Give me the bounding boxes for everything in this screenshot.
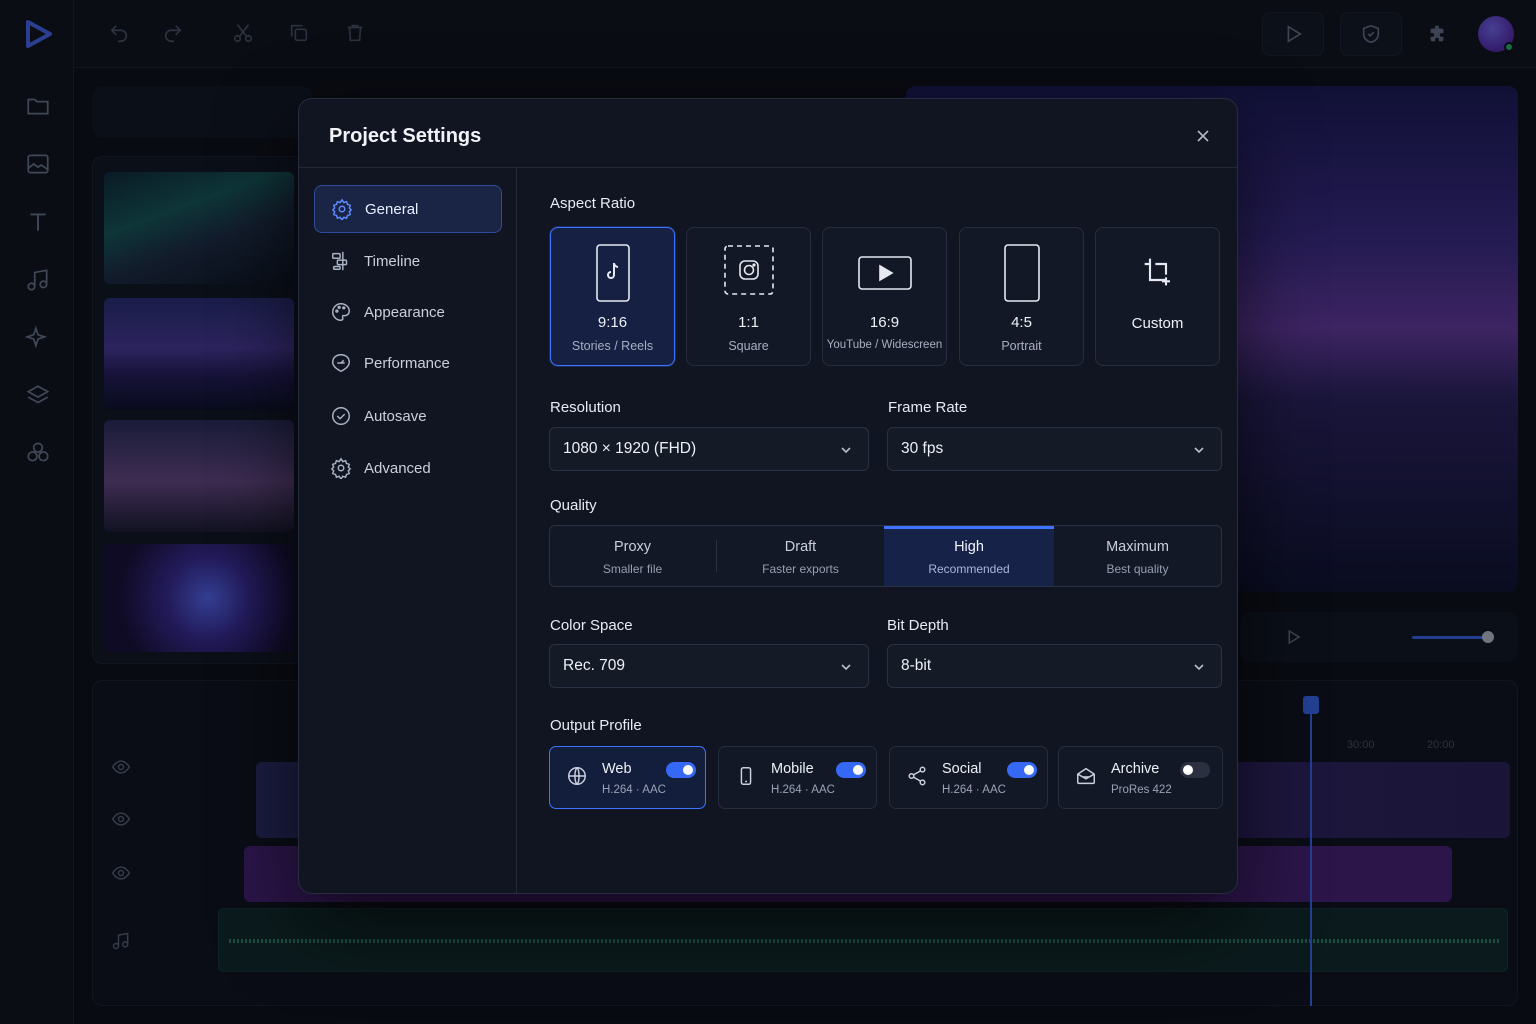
output-profile-web[interactable]: Web H.264 · AAC (549, 746, 706, 809)
share-icon (908, 766, 926, 786)
output-profile-codec: H.264 · AAC (771, 784, 835, 796)
gear-icon (331, 198, 353, 220)
sidebar-item-label: Appearance (364, 303, 445, 321)
aspect-ratio-description: Stories / Reels (571, 339, 654, 353)
close-icon[interactable] (1192, 125, 1214, 147)
aspect-ratio-value: 1:1 (738, 314, 759, 331)
portrait-icon (960, 244, 1083, 302)
timeline-icon (332, 251, 348, 271)
sidebar-item-performance[interactable]: Performance (314, 339, 502, 387)
aspect-ratio-4-5-card[interactable]: 4:5 Portrait (959, 227, 1084, 366)
frame-rate-select[interactable]: 30 fps (887, 427, 1222, 471)
tiktok-icon (551, 244, 674, 302)
archive-icon (1077, 767, 1095, 785)
sidebar-item-label: General (365, 200, 419, 218)
dialog-title: Project Settings (329, 125, 482, 147)
youtube-icon (823, 256, 946, 290)
quality-option-title: Maximum (1106, 539, 1169, 555)
sidebar-item-label: Advanced (364, 459, 431, 477)
aspect-ratio-value: Custom (1131, 315, 1184, 332)
quality-option-maximum[interactable]: Maximum Best quality (1054, 526, 1221, 586)
archive-profile-toggle[interactable] (1180, 762, 1210, 778)
chevron-down-icon (1194, 447, 1204, 454)
chevron-down-icon (841, 664, 851, 671)
project-settings-dialog: Project Settings General Timeline Appear… (298, 98, 1238, 894)
sidebar-item-general[interactable]: General (314, 185, 502, 233)
frame-rate-value: 30 fps (901, 440, 944, 457)
web-profile-toggle[interactable] (666, 762, 696, 778)
output-profile-codec: H.264 · AAC (942, 784, 1006, 796)
sidebar-item-label: Timeline (364, 252, 421, 270)
aspect-ratio-value: 9:16 (597, 314, 628, 331)
output-profile-label: Output Profile (550, 717, 642, 734)
quality-option-title: Proxy (613, 539, 652, 555)
aspect-ratio-9-16-card[interactable]: 9:16 Stories / Reels (550, 227, 675, 366)
frame-rate-label: Frame Rate (888, 399, 968, 416)
quality-option-subtitle: Smaller file (602, 562, 663, 576)
bit-depth-value: 8-bit (901, 657, 932, 674)
aspect-ratio-description: Square (728, 339, 769, 353)
aspect-ratio-description: YouTube / Widescreen (826, 339, 943, 351)
mobile-profile-toggle[interactable] (836, 762, 866, 778)
sidebar-divider (516, 168, 517, 893)
aspect-ratio-custom-card[interactable]: Custom (1095, 227, 1220, 366)
sidebar-item-appearance[interactable]: Appearance (314, 288, 502, 336)
quality-option-high[interactable]: High Recommended (884, 526, 1054, 586)
output-profile-archive[interactable]: Archive ProRes 422 (1058, 746, 1223, 809)
aspect-ratio-16-9-card[interactable]: 16:9 YouTube / Widescreen (822, 227, 947, 366)
aspect-ratio-value: 16:9 (869, 314, 900, 331)
color-space-select[interactable]: Rec. 709 (549, 644, 869, 688)
sidebar-item-timeline[interactable]: Timeline (314, 237, 502, 285)
header-divider (299, 167, 1237, 168)
quality-label: Quality (550, 497, 597, 514)
quality-option-title: High (954, 539, 984, 555)
output-profile-title: Mobile (771, 761, 814, 777)
quality-option-subtitle: Best quality (1106, 562, 1169, 576)
sidebar-item-autosave[interactable]: Autosave (314, 392, 502, 440)
quality-option-subtitle: Recommended (928, 562, 1010, 576)
output-profile-title: Social (942, 761, 982, 777)
quality-option-title: Draft (784, 539, 817, 555)
output-profile-title: Web (602, 761, 632, 777)
output-profile-codec: H.264 · AAC (602, 784, 666, 796)
social-profile-toggle[interactable] (1007, 762, 1037, 778)
palette-icon (332, 303, 350, 321)
color-space-label: Color Space (550, 617, 633, 634)
crop-icon (1096, 256, 1219, 288)
quality-option-subtitle: Faster exports (762, 562, 839, 576)
globe-icon (568, 767, 586, 785)
sidebar-item-label: Performance (364, 354, 450, 372)
sidebar-item-label: Autosave (364, 407, 427, 425)
instagram-icon (687, 244, 810, 296)
quality-segmented-control: Proxy Smaller file Draft Faster exports … (549, 525, 1222, 587)
aspect-ratio-1-1-card[interactable]: 1:1 Square (686, 227, 811, 366)
aspect-ratio-description: Portrait (1001, 339, 1042, 353)
output-profile-title: Archive (1111, 761, 1160, 777)
aspect-ratio-value: 4:5 (1011, 314, 1032, 331)
phone-icon (740, 767, 752, 785)
bit-depth-label: Bit Depth (887, 617, 949, 634)
resolution-select[interactable]: 1080 × 1920 (FHD) (549, 427, 869, 471)
aspect-ratio-label: Aspect Ratio (550, 195, 636, 212)
quality-option-proxy[interactable]: Proxy Smaller file (550, 526, 715, 586)
clock-icon (332, 407, 350, 425)
output-profile-codec: ProRes 422 (1111, 784, 1172, 796)
bit-depth-select[interactable]: 8-bit (887, 644, 1222, 688)
color-space-value: Rec. 709 (563, 657, 626, 674)
cog-icon (330, 457, 352, 479)
quality-option-draft[interactable]: Draft Faster exports (717, 526, 884, 586)
chevron-down-icon (841, 447, 851, 454)
output-profile-mobile[interactable]: Mobile H.264 · AAC (718, 746, 877, 809)
resolution-label: Resolution (550, 399, 621, 416)
sidebar-item-advanced[interactable]: Advanced (314, 444, 502, 492)
resolution-value: 1080 × 1920 (FHD) (563, 440, 697, 457)
gauge-icon (332, 354, 350, 373)
output-profile-social[interactable]: Social H.264 · AAC (889, 746, 1048, 809)
chevron-down-icon (1194, 664, 1204, 671)
